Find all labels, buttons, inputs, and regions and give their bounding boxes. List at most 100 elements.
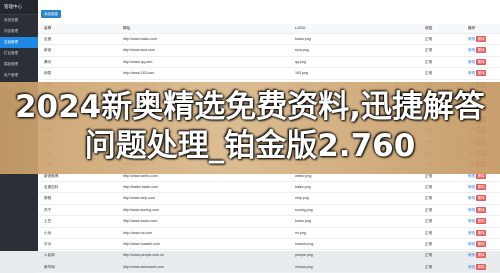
link-logo: sina.png xyxy=(295,48,309,53)
link-name: 新浪 xyxy=(44,48,52,53)
table-row: 腾讯 http://www.qq.com qq.png 正常 修改 删除 xyxy=(38,57,500,69)
sidebar-item[interactable]: 友链管理 xyxy=(0,37,38,48)
sidebar-item[interactable]: 用户管理 xyxy=(0,70,38,81)
row-actions: 修改删除 xyxy=(468,34,487,44)
link-url: http://www.baidu.com xyxy=(123,37,158,41)
link-name: 人民网 xyxy=(44,253,55,258)
sidebar-item[interactable]: 栏目管理 xyxy=(0,48,38,59)
sidebar-item[interactable]: 模板管理 xyxy=(0,59,38,70)
table-row: 新华网 http://www.xinhuanet.com xinhua.png 正常 修… xyxy=(38,262,500,273)
toolbar: 添加链接 xyxy=(38,6,500,22)
delete-button[interactable]: 删除 xyxy=(476,263,487,270)
link-name: 土豆 xyxy=(44,219,52,224)
edit-link[interactable]: 修改 xyxy=(468,60,475,64)
link-status: 正常 xyxy=(425,242,433,247)
edit-link[interactable]: 修改 xyxy=(468,265,475,269)
edit-link[interactable]: 修改 xyxy=(468,37,475,41)
table-row: 携程 http://www.ctrip.com ctrip.png 正常 修改 删除 xyxy=(38,193,500,205)
table-row: 新浪 http://www.sina.com sina.png 正常 修改 删除 xyxy=(38,45,500,57)
link-status: 正常 xyxy=(425,264,433,269)
link-logo: mi.png xyxy=(295,230,306,235)
sidebar-item[interactable]: 内容管理 xyxy=(0,26,38,37)
row-actions: 修改删除 xyxy=(468,216,487,226)
edit-link[interactable]: 修改 xyxy=(468,48,475,52)
row-actions: 修改删除 xyxy=(468,45,487,55)
table-row: 百度 http://www.baidu.com baidu.png 正常 修改 删除 xyxy=(38,34,500,46)
link-name: 小米 xyxy=(44,230,52,235)
headline-text: 2024新奥精选免费资料,迅捷解答问题处理_铂金版2.760 xyxy=(14,89,486,164)
row-actions: 修改删除 xyxy=(468,57,487,67)
edit-link[interactable]: 修改 xyxy=(468,219,475,223)
link-status: 正常 xyxy=(425,185,433,190)
table-row: 苏宁 http://www.suning.com suning.png 正常 修改 删除 xyxy=(38,205,500,217)
delete-button[interactable]: 删除 xyxy=(476,241,487,248)
link-name: 华为 xyxy=(44,242,52,247)
sidebar-title: 管理中心 xyxy=(0,0,38,15)
row-actions: 修改删除 xyxy=(468,239,487,249)
table-header: 名称 网址 LOGO 状态 操作 xyxy=(38,24,500,34)
delete-button[interactable]: 删除 xyxy=(476,252,487,259)
link-name: 携程 xyxy=(44,196,52,201)
link-url: http://www.suning.com xyxy=(123,207,159,212)
table-row: 土豆 http://www.tudou.com tudou.png 正常 修改 删除 xyxy=(38,216,500,228)
table-row: 华为 http://www.huawei.com huawei.png 正常 修改 删除 xyxy=(38,239,500,251)
link-url: http://www.people.com.cn xyxy=(123,253,164,258)
link-logo: qq.png xyxy=(295,59,306,64)
link-logo: huawei.png xyxy=(295,242,314,247)
row-actions: 修改删除 xyxy=(468,68,487,78)
delete-button[interactable]: 删除 xyxy=(476,36,487,42)
link-status: 正常 xyxy=(425,230,433,235)
edit-link[interactable]: 修改 xyxy=(468,196,475,200)
add-link-button[interactable]: 添加链接 xyxy=(41,10,61,18)
link-url: http://www.huawei.com xyxy=(123,242,160,247)
link-url: http://www.sina.com xyxy=(123,48,155,53)
link-status: 正常 xyxy=(425,219,433,224)
edit-link[interactable]: 修改 xyxy=(468,208,475,212)
link-status: 正常 xyxy=(425,253,433,258)
link-url: http://baike.baidu.com xyxy=(123,185,159,190)
edit-link[interactable]: 修改 xyxy=(468,231,475,235)
delete-button[interactable]: 删除 xyxy=(476,229,487,236)
delete-button[interactable]: 删除 xyxy=(476,195,487,202)
delete-button[interactable]: 删除 xyxy=(476,184,487,191)
link-logo: baike.png xyxy=(295,185,311,190)
table-row: 小米 http://www.mi.com mi.png 正常 修改 删除 xyxy=(38,228,500,240)
link-name: 网易 xyxy=(44,71,52,76)
link-logo: baidu.png xyxy=(295,37,311,41)
edit-link[interactable]: 修改 xyxy=(468,185,475,189)
link-name: 新华网 xyxy=(44,264,55,269)
header-actions: 操作 xyxy=(468,26,476,30)
link-status: 正常 xyxy=(425,37,433,41)
edit-link[interactable]: 修改 xyxy=(468,71,475,75)
link-url: http://www.ctrip.com xyxy=(123,196,156,201)
link-logo: tudou.png xyxy=(295,219,311,224)
edit-link[interactable]: 修改 xyxy=(468,242,475,246)
header-name: 名称 xyxy=(44,26,52,30)
link-name: 腾讯 xyxy=(44,59,52,64)
row-actions: 修改删除 xyxy=(468,182,487,192)
row-actions: 修改删除 xyxy=(468,193,487,203)
delete-button[interactable]: 删除 xyxy=(476,47,487,54)
link-name: 百度 xyxy=(44,37,52,41)
row-actions: 修改删除 xyxy=(468,205,487,215)
link-status: 正常 xyxy=(425,71,433,76)
edit-link[interactable]: 修改 xyxy=(468,174,475,178)
link-logo: ctrip.png xyxy=(295,196,309,201)
table-row: 百度百科 http://baike.baidu.com baike.png 正常 修改删… xyxy=(38,182,500,194)
edit-link[interactable]: 修改 xyxy=(468,253,475,257)
link-name: 百度百科 xyxy=(44,185,59,190)
header-status: 状态 xyxy=(425,26,433,30)
link-status: 正常 xyxy=(425,48,433,53)
link-status: 正常 xyxy=(425,196,433,201)
link-status: 正常 xyxy=(425,207,433,212)
delete-button[interactable]: 删除 xyxy=(476,206,487,213)
header-url: 网址 xyxy=(123,26,131,30)
link-url: http://www.xinhuanet.com xyxy=(123,264,164,269)
row-actions: 修改删除 xyxy=(468,262,487,272)
delete-button[interactable]: 删除 xyxy=(476,70,487,77)
delete-button[interactable]: 删除 xyxy=(476,218,487,225)
row-actions: 修改删除 xyxy=(468,228,487,238)
link-url: http://www.mi.com xyxy=(123,230,153,235)
delete-button[interactable]: 删除 xyxy=(476,58,487,65)
sidebar-item[interactable]: 系统设置 xyxy=(0,15,38,26)
